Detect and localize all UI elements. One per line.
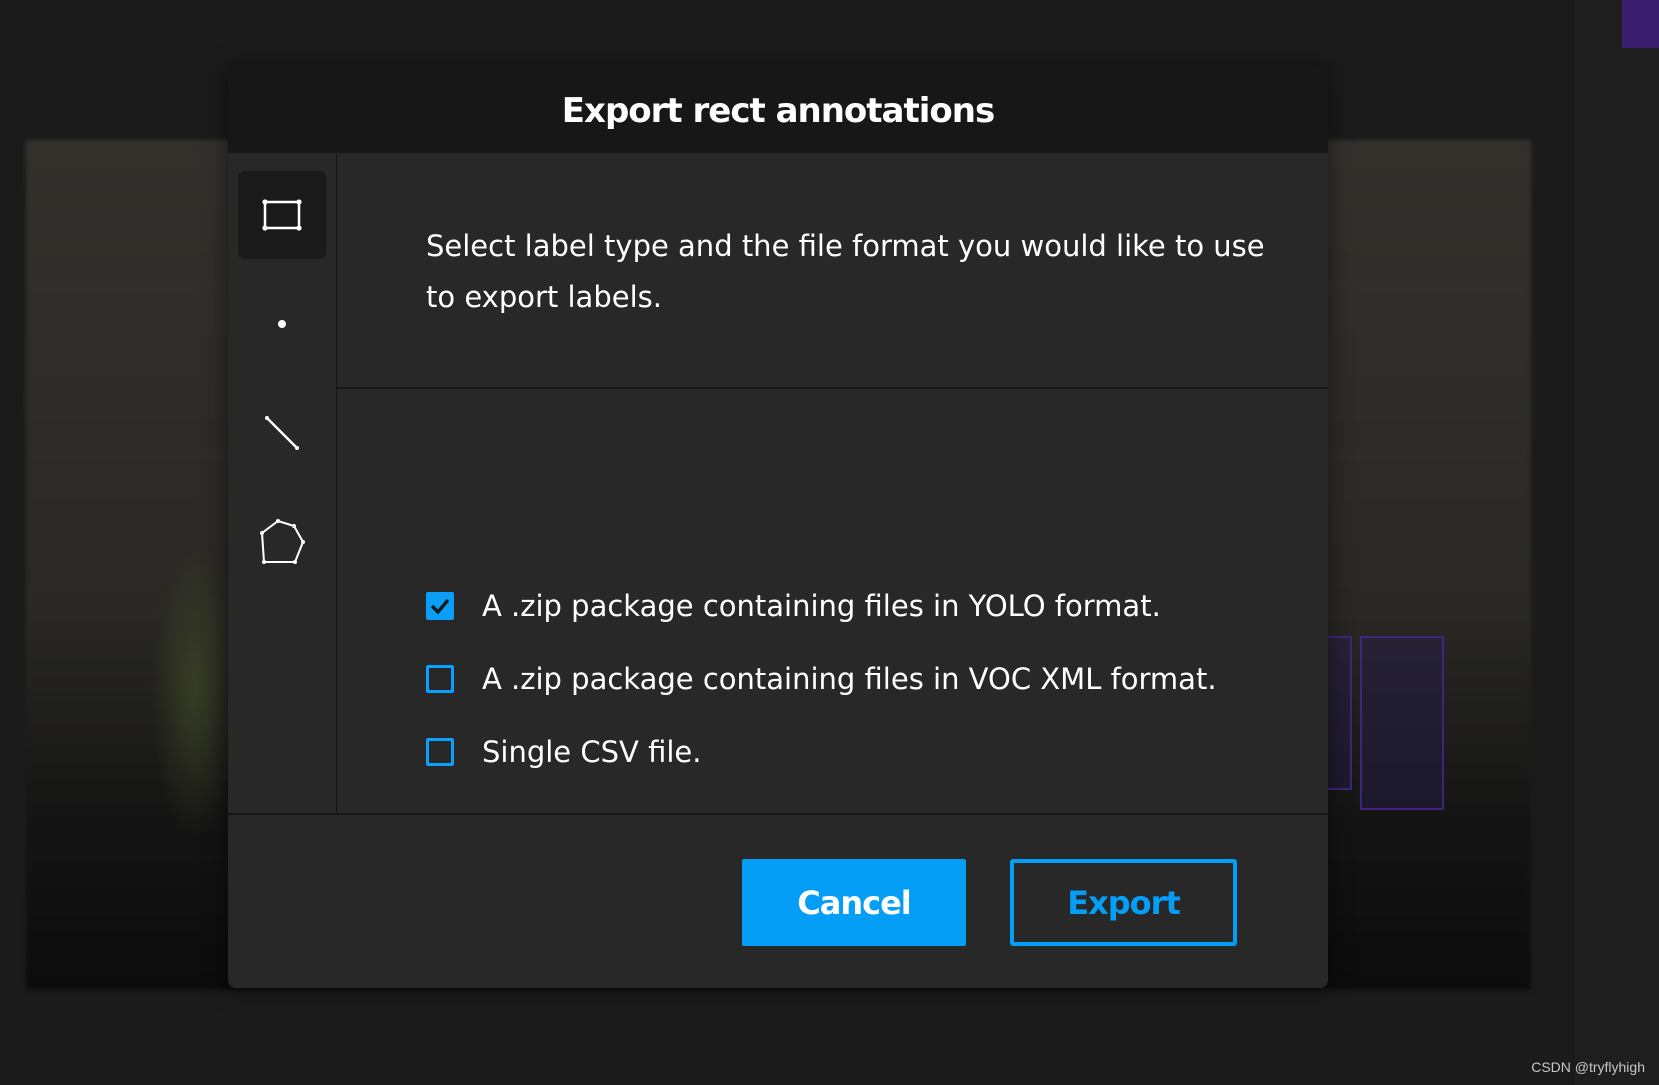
option-csv[interactable]: Single CSV file.	[426, 735, 701, 769]
option-voc-xml[interactable]: A .zip package containing files in VOC X…	[426, 662, 1217, 696]
label-type-line-button[interactable]	[238, 389, 326, 477]
option-label: A .zip package containing files in VOC X…	[482, 662, 1217, 696]
intro-section: Select label type and the file format yo…	[337, 153, 1328, 389]
option-label: Single CSV file.	[482, 735, 702, 769]
export-button[interactable]: Export	[1010, 859, 1237, 946]
dialog-body: Select label type and the file format yo…	[228, 153, 1328, 813]
csv-checkbox[interactable]	[426, 738, 454, 766]
dialog-title: Export rect annotations	[561, 90, 995, 131]
export-dialog: Export rect annotations Select label typ…	[228, 68, 1328, 988]
background-annotation-box	[1360, 636, 1444, 810]
point-icon	[278, 320, 286, 328]
background-accent-tile	[1622, 0, 1659, 48]
yolo-checkbox[interactable]	[426, 592, 454, 620]
polygon-icon	[260, 519, 305, 564]
cancel-button[interactable]: Cancel	[742, 859, 966, 946]
label-type-point-button[interactable]	[238, 280, 326, 368]
background-side-panel	[1575, 0, 1659, 1085]
option-label: A .zip package containing files in YOLO …	[482, 589, 1161, 623]
label-type-polygon-button[interactable]	[238, 498, 326, 586]
checkmark-icon	[430, 598, 450, 615]
dialog-content: Select label type and the file format yo…	[337, 153, 1328, 813]
dialog-header: Export rect annotations	[228, 68, 1328, 153]
voc-xml-checkbox[interactable]	[426, 665, 454, 693]
line-icon	[265, 416, 299, 450]
rect-icon	[262, 199, 302, 231]
option-yolo[interactable]: A .zip package containing files in YOLO …	[426, 589, 1161, 623]
label-type-rect-button[interactable]	[238, 171, 326, 259]
watermark: CSDN @tryflyhigh	[1531, 1059, 1645, 1075]
label-type-rail	[228, 153, 337, 813]
intro-text: Select label type and the file format yo…	[426, 229, 1265, 314]
dialog-footer: Cancel Export	[228, 813, 1328, 988]
background-plant	[150, 540, 240, 840]
